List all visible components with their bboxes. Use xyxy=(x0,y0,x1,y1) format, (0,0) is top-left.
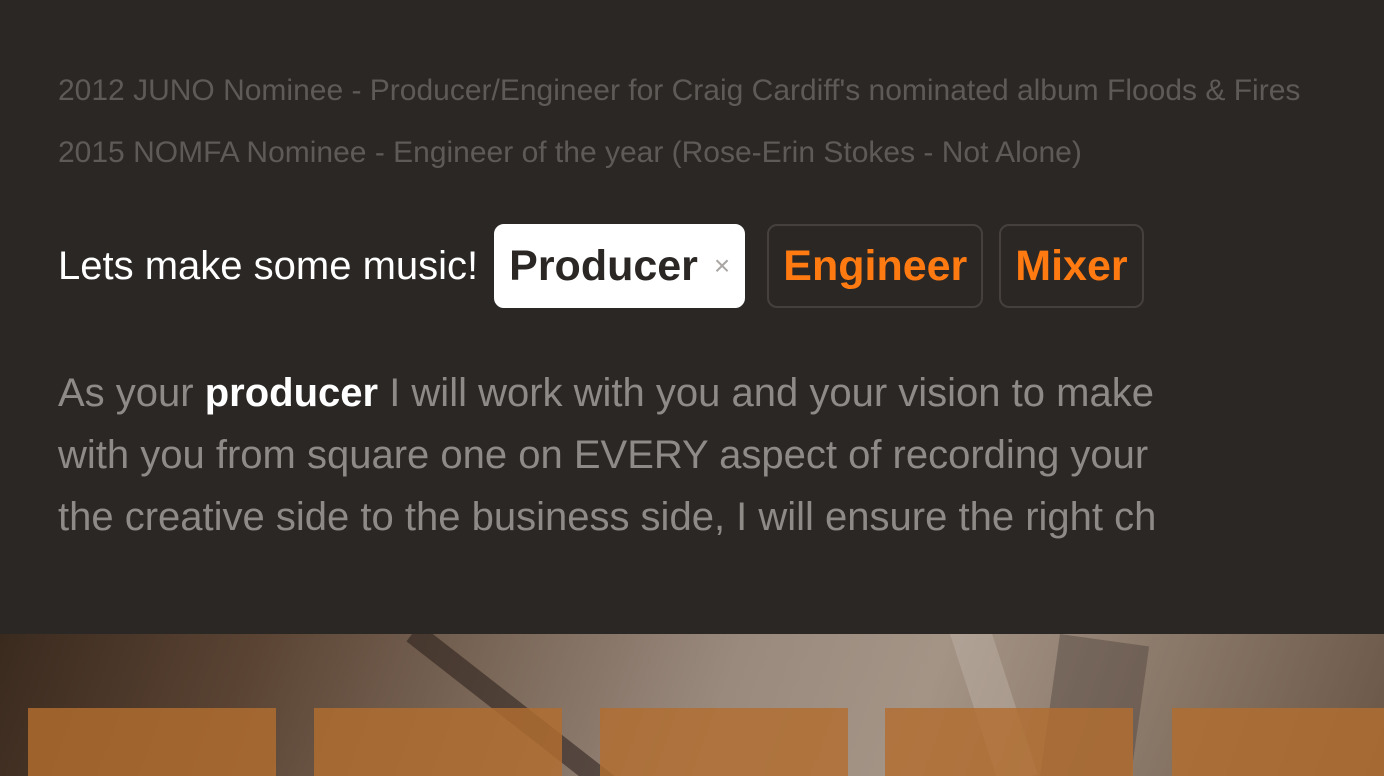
description-line-1-rest: I will work with you and your vision to … xyxy=(378,371,1154,415)
awards-list: 2012 JUNO Nominee - Producer/Engineer fo… xyxy=(58,60,1384,184)
description-line-1: As your producer I will work with you an… xyxy=(58,362,1384,424)
close-icon[interactable]: × xyxy=(714,250,730,282)
tag-engineer-label: Engineer xyxy=(783,241,968,290)
description-bold-role: producer xyxy=(204,371,379,415)
cta-text: Lets make some music! xyxy=(58,243,479,288)
service-selector: Lets make some music! Producer × Enginee… xyxy=(58,222,1144,310)
studio-background-image xyxy=(0,634,1384,776)
award-juno: 2012 JUNO Nominee - Producer/Engineer fo… xyxy=(58,74,1301,107)
tag-producer-label: Producer xyxy=(509,241,698,290)
gallery-thumbnail[interactable] xyxy=(28,708,276,776)
description-line-3: the creative side to the business side, … xyxy=(58,495,1157,539)
award-nomfa: 2015 NOMFA Nominee - Engineer of the yea… xyxy=(58,136,1082,169)
gallery-thumbnail[interactable] xyxy=(314,708,562,776)
tag-mixer-label: Mixer xyxy=(1015,241,1128,290)
gallery-thumbnail[interactable] xyxy=(600,708,848,776)
gallery-thumbnail[interactable] xyxy=(885,708,1133,776)
gallery-thumbnail[interactable] xyxy=(1172,708,1384,776)
tag-producer[interactable]: Producer × xyxy=(494,224,746,308)
service-description: As your producer I will work with you an… xyxy=(58,362,1384,548)
tag-mixer[interactable]: Mixer xyxy=(999,224,1144,308)
tag-engineer[interactable]: Engineer xyxy=(767,224,984,308)
description-line-2: with you from square one on EVERY aspect… xyxy=(58,433,1149,477)
description-prefix: As your xyxy=(58,371,205,415)
